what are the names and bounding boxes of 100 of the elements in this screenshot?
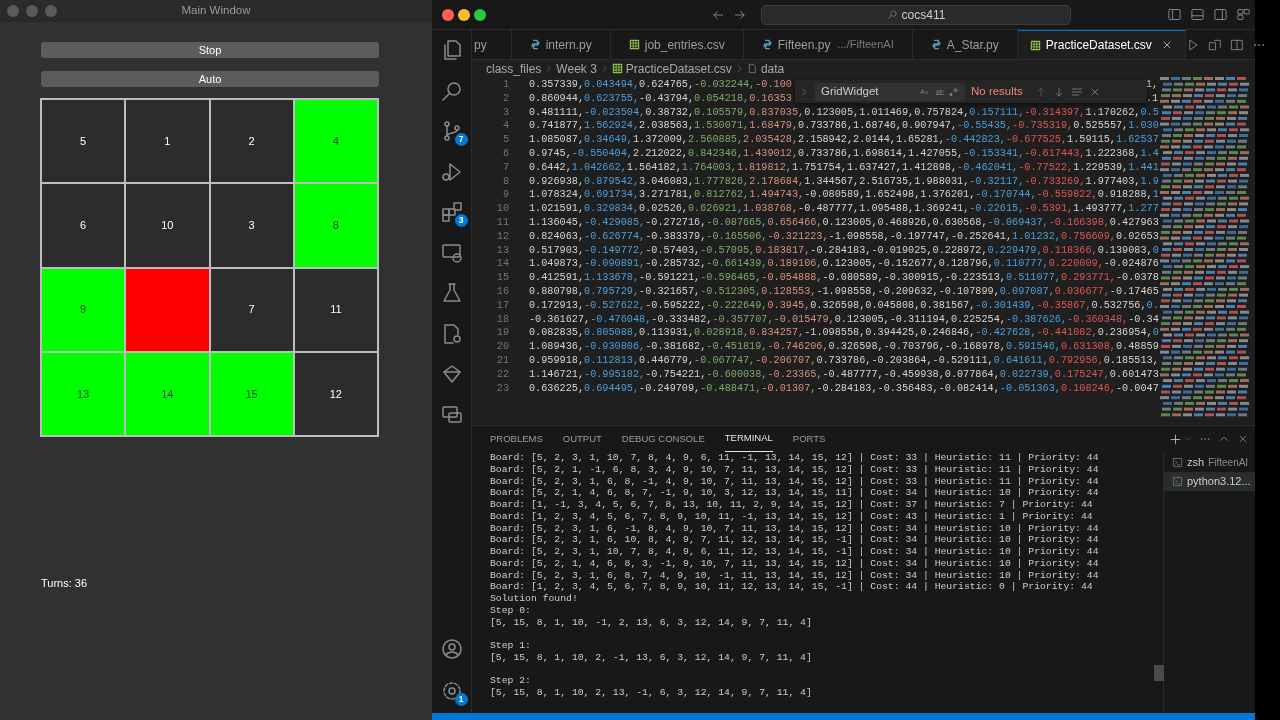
puzzle-tile[interactable]: 4 <box>293 99 378 184</box>
line-number: 14 <box>495 257 509 272</box>
python-file-icon <box>529 39 541 50</box>
puzzle-tile[interactable]: 5 <box>41 99 126 184</box>
breadcrumb-item[interactable]: Week 3 <box>556 59 597 78</box>
chevron-right-icon <box>544 64 554 73</box>
extensions-icon[interactable] <box>439 200 464 224</box>
scrollbar-thumb[interactable] <box>1154 665 1164 681</box>
puzzle-tile[interactable]: 2 <box>209 99 294 184</box>
editor-tab[interactable]: intern.py <box>511 30 611 59</box>
code-line: .1 <box>1145 91 1158 106</box>
puzzle-tile[interactable]: 3 <box>209 183 294 268</box>
panel-tab[interactable]: PORTS <box>792 426 826 452</box>
line-number: 17 <box>495 298 509 313</box>
window-control-button[interactable] <box>458 8 470 21</box>
terminal-line: Board: [5, 2, 1, 4, 6, 8, 7, -1, 9, 10, 3, 12, 13, 14, 15, 11] | Cost: 34 | Heuristic: 10 | Priority: 44 <box>490 487 1100 499</box>
terminal-line: Board: [5, 2, 1, 4, 6, 8, 3, -1, 9, 10, 7, 11, 13, 14, 15, 12] | Cost: 34 | Heuristic: 10 | Priority: 44 <box>490 557 1100 570</box>
push-button[interactable]: Auto <box>41 71 379 87</box>
command-search-field[interactable]: cocs411 <box>761 4 1071 25</box>
puzzle-tile[interactable]: 7 <box>209 267 294 352</box>
code-line: 0.412591,1.133678,-0.591221,-0.596465,-0.054888,-0.080589,-0.300915,-0.223513,0.511077,0.293771,-0.0378 <box>529 271 1159 285</box>
code-line: 0.9745,-0.550404,2.212022,0.842346,1.439012,0.733786,1.698614,1.427055,-0.153341,-0.617443,1.222368,1.4 <box>529 147 1159 161</box>
puzzle-tile[interactable]: 12 <box>293 351 378 436</box>
puzzle-tile[interactable]: 11 <box>293 267 378 352</box>
count-badge: 7 <box>454 133 468 146</box>
python-file-icon <box>930 39 942 50</box>
line-number: 15 <box>495 271 509 285</box>
code-line: 0.959918,0.112813,0.446779,-0.067747,-0.206707,0.733786,-0.203864,-0.529111,0.641611,0.792956,0.185513, <box>529 353 1159 368</box>
compare-icon[interactable] <box>1207 37 1222 52</box>
code-line: 0.824063,-0.626774,-0.383379,-0.165506,-0.321223,-1.098558,-0.197747,-0.252641,1.01232,0.756609,0.02653 <box>529 229 1159 244</box>
line-number: 4 <box>501 119 509 134</box>
line-number: 10 <box>495 202 509 216</box>
plus-icon[interactable] <box>1169 432 1182 446</box>
editor-tab[interactable]: A_Star.py <box>912 30 1018 59</box>
terminal-line: Step 0: <box>490 604 532 617</box>
line-number: 2 <box>501 91 509 106</box>
code-line: 0.172913,-0.527622,-0.595222,-0.222649,0.3945,0.326598,0.045808,0.381567,-0.301439,-0.35867,0.532756,0. <box>529 298 1159 313</box>
push-button[interactable]: Stop <box>41 42 379 58</box>
editor-tab[interactable]: Fifteen.py .../FifteenAI <box>743 30 913 59</box>
code-line: 1.049873,-0.090891,-0.285732,-0.661439,0.189106,0.123005,-0.152677,0.128796,0.110777,0.220009,-0.024876 <box>529 257 1159 272</box>
puzzle-tile[interactable]: 13 <box>41 351 126 436</box>
code-line: 1.146721,-0.995182,-0.754221,-0.600038,-0.23365,-0.487777,-0.459938,0.077864,0.022739,0.175247,0.601473 <box>529 367 1159 382</box>
terminal-icon <box>1172 476 1183 487</box>
code-line: 1.021591,0.329834,0.02526,0.626921,1.038768,-0.487777,1.095488,1.369241,-0.22615,-0.5391,1.493777,1.277 <box>529 202 1159 216</box>
puzzle-tile[interactable] <box>125 267 210 352</box>
terminal-line: Board: [1, 2, 3, 4, 5, 6, 7, 8, 9, 10, 11, 12, 13, 14, 15, -1] | Cost: 44 | Heuristic: 0 | Priority: 44 <box>490 581 1094 593</box>
terminal-line: [5, 15, 8, 1, 10, 2, 13, -1, 6, 3, 12, 14, 9, 7, 11, 4] <box>490 687 813 699</box>
code-line: 0.082835,0.805088,0.113931,0.028918,0.834257,-1.098558,0.394425,0.246846,-0.427628,-0.441082,0.236954,0 <box>529 326 1159 341</box>
account-icon[interactable] <box>439 637 464 661</box>
breadcrumb-item[interactable]: class_files <box>486 59 542 78</box>
layout-icon[interactable] <box>1213 7 1228 22</box>
line-number: 23 <box>495 381 509 396</box>
breadcrumb-item[interactable]: data <box>760 59 785 78</box>
editor-tab[interactable]: job_entries.csv <box>610 30 744 59</box>
layout-icon[interactable] <box>1167 7 1182 22</box>
line-number: 5 <box>501 133 509 147</box>
window-control-button[interactable] <box>442 8 454 21</box>
puzzle-tile[interactable]: 15 <box>209 351 294 436</box>
editor-tab[interactable]: py <box>472 30 512 59</box>
breadcrumb-item[interactable]: PracticeDataset.csv <box>625 59 732 78</box>
layout-icon[interactable] <box>1190 7 1205 22</box>
puzzle-tile[interactable]: 6 <box>41 183 126 268</box>
panel-tab[interactable]: PROBLEMS <box>490 426 543 452</box>
layout-icon[interactable] <box>1236 7 1251 22</box>
line-number: 7 <box>501 160 509 175</box>
terminal-line: Board: [5, 2, 3, 1, 10, 7, 8, 4, 9, 6, 11, -1, 13, 14, 15, 12] | Cost: 33 | Heuristic: 11 | Priority: 44 <box>490 452 1100 464</box>
find-input-field[interactable]: GridWidget <box>815 82 965 101</box>
line-number: 19 <box>495 326 509 341</box>
code-line: 1.078324,0.691734,3.271781,0.812762,1.494743,-0.080589,1.652498,1.376201,-0.170744,-0.559822,0.918288,1 <box>529 188 1159 203</box>
panel-tab[interactable]: OUTPUT <box>562 426 602 452</box>
code-line: 0.926938,0.879542,3.046083,1.777826,2.178684,1.344567,2.516735,1.988031,-0.32117,-0.733269,1.977403,1.9 <box>529 174 1159 189</box>
whole-word-icon[interactable] <box>934 86 946 97</box>
line-number: 11 <box>495 215 509 230</box>
editor-tab[interactable]: PracticeDataset.csv <box>1017 30 1186 59</box>
document-icon <box>746 63 758 74</box>
code-line: 0.741877,1.562924,2.038563,1.530071,1.68479,0.733786,1.68746,0.907947,-0.55435,-0.735319,0.525557,1.030 <box>529 119 1159 134</box>
regex-icon[interactable] <box>949 86 959 97</box>
puzzle-tile[interactable]: 14 <box>125 351 210 436</box>
puzzle-tile[interactable]: 10 <box>125 183 210 268</box>
terminal-line: Board: [5, 2, 1, -1, 6, 8, 3, 4, 9, 10, 7, 11, 13, 14, 15, 12] | Cost: 33 | Heuristic: 11 | Priority: 44 <box>490 463 1100 476</box>
panel-tab[interactable]: TERMINAL <box>724 426 773 452</box>
code-line: 0.880798,0.795729,-0.321657,-0.512305,0.128553,-1.098558,-0.209632,-0.107899,0.097087,0.036677,-0.17465 <box>529 284 1159 299</box>
terminal-icon <box>1172 457 1183 468</box>
close-icon[interactable] <box>1237 433 1249 445</box>
panel-tab[interactable]: DEBUG CONSOLE <box>621 426 705 452</box>
puzzle-tile[interactable]: 8 <box>293 183 378 268</box>
tile-number: 10 <box>161 218 174 234</box>
tile-number: 9 <box>80 302 87 318</box>
tile-number: 15 <box>245 386 258 402</box>
puzzle-tile[interactable]: 9 <box>41 267 126 352</box>
split-editor-icon[interactable] <box>1229 37 1244 52</box>
window-control-button[interactable] <box>474 8 486 21</box>
tile-number: 14 <box>161 386 174 402</box>
terminal-list-item[interactable]: python3.12... <box>1164 472 1255 491</box>
terminal-list-item[interactable]: zsh FifteenAI <box>1164 453 1255 472</box>
line-number: 13 <box>495 243 509 258</box>
puzzle-tile[interactable]: 1 <box>125 99 210 184</box>
match-case-icon[interactable] <box>919 86 931 97</box>
line-number: 20 <box>495 340 509 354</box>
table-file-icon <box>628 39 640 50</box>
